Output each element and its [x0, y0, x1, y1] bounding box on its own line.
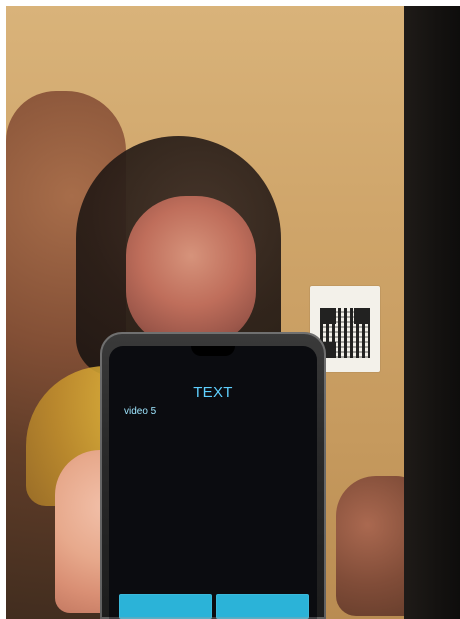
- phone-screen: TEXT video 5: [109, 346, 317, 619]
- bottom-button-right[interactable]: [216, 594, 309, 619]
- video-label: video 5: [124, 406, 157, 417]
- bottom-button-left[interactable]: [119, 594, 212, 619]
- phone-notch: [191, 346, 235, 356]
- app-title: TEXT: [193, 384, 233, 401]
- qr-code-icon: [320, 308, 370, 358]
- bottom-buttons: [119, 594, 309, 619]
- smartphone: TEXT video 5: [100, 332, 326, 619]
- dark-panel: [404, 6, 460, 619]
- woman-face: [126, 196, 256, 346]
